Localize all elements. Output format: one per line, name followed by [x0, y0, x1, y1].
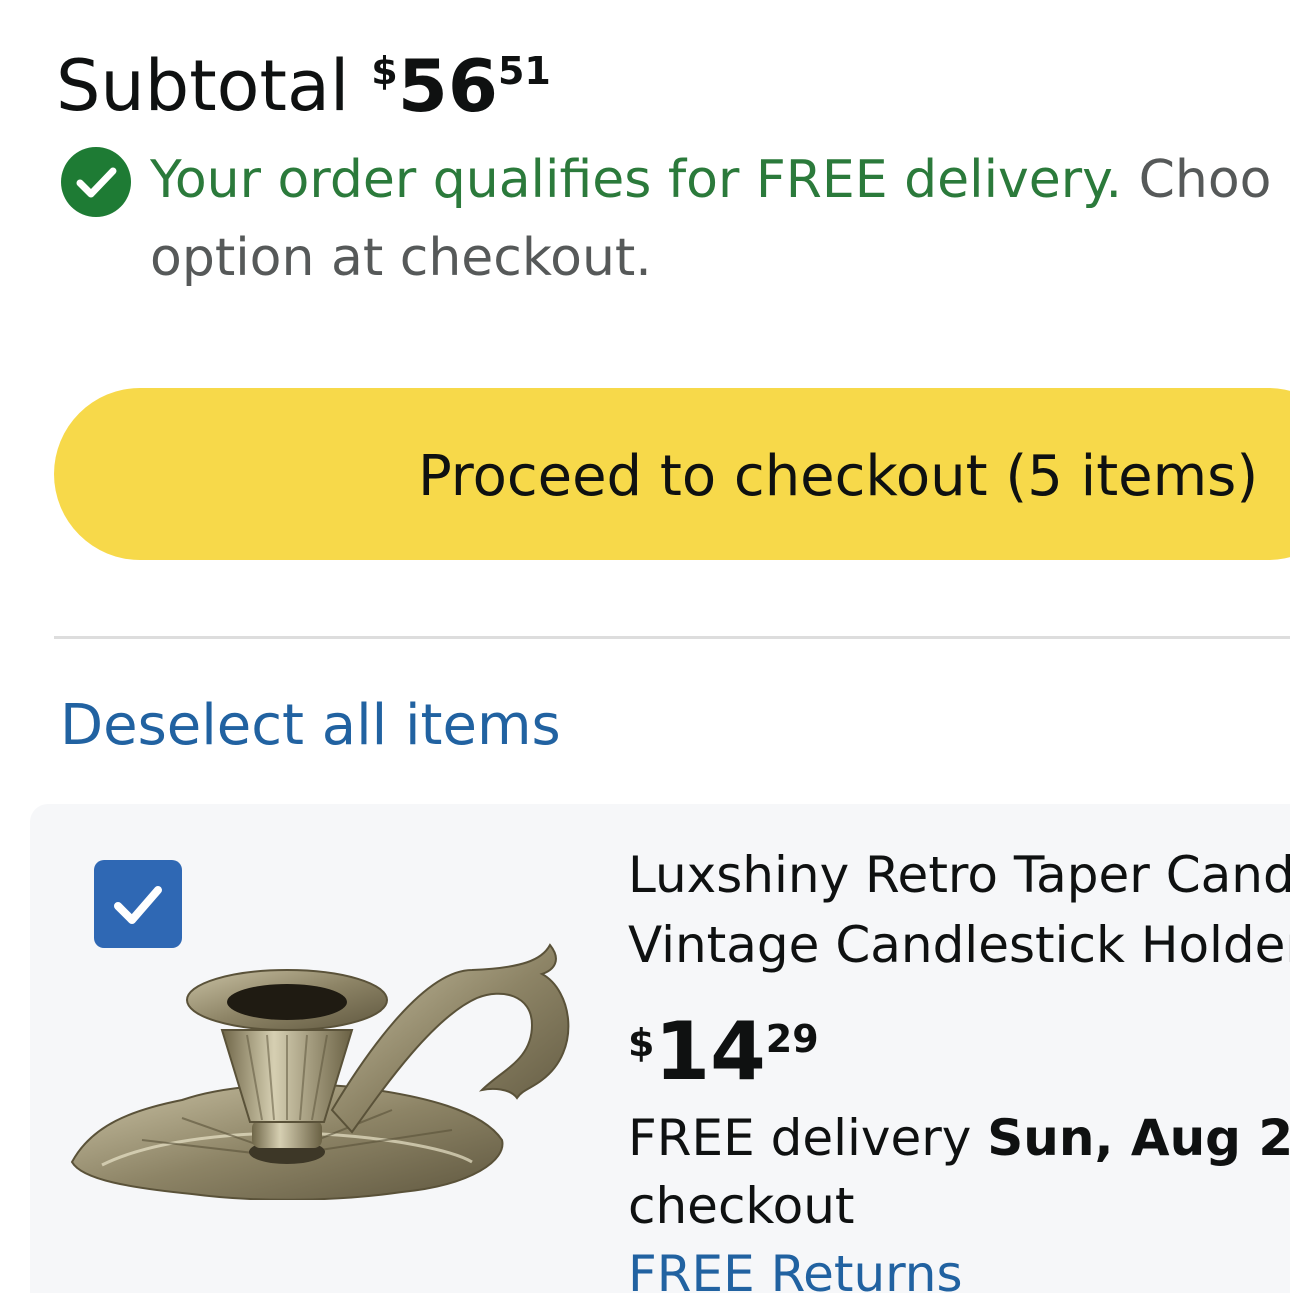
candle-holder-image[interactable]	[62, 940, 592, 1200]
item-price-whole: 14	[654, 1005, 766, 1098]
item-title-line1: Luxshiny Retro Taper Candl	[628, 846, 1290, 904]
subtotal-label: Subtotal	[56, 45, 350, 127]
free-delivery-choose: Choo	[1138, 150, 1272, 210]
subtotal-currency: $	[371, 49, 398, 93]
item-delivery-prefix: FREE delivery	[628, 1109, 972, 1167]
item-title-line2: Vintage Candlestick Holder	[628, 916, 1290, 974]
cart-page: Subtotal $ 56 51 Your order qualifies fo…	[0, 0, 1290, 1293]
deselect-all-link[interactable]: Deselect all items	[60, 690, 561, 762]
divider	[54, 636, 1290, 639]
item-delivery: FREE delivery Sun, Aug 24	[628, 1104, 1290, 1172]
item-checkbox[interactable]	[94, 860, 182, 948]
item-delivery-date: Sun, Aug 24	[987, 1109, 1290, 1167]
free-delivery-qualifies: Your order qualifies for FREE delivery.	[150, 150, 1123, 210]
free-delivery-line1: Your order qualifies for FREE delivery. …	[150, 142, 1272, 218]
subtotal-whole: 56	[397, 44, 498, 128]
item-delivery-line2: checkout	[628, 1177, 855, 1235]
free-returns-link[interactable]: FREE Returns	[628, 1240, 963, 1293]
proceed-to-checkout-label: Proceed to checkout (5 items)	[418, 444, 1259, 509]
checkbox-check-icon	[114, 886, 162, 924]
item-title[interactable]: Luxshiny Retro Taper Candl Vintage Candl…	[628, 840, 1290, 980]
subtotal-fraction: 51	[497, 49, 551, 93]
check-circle-icon	[61, 147, 131, 217]
item-price-currency: $	[628, 1021, 655, 1065]
item-price: $ 14 29	[628, 1010, 819, 1094]
subtotal: Subtotal $ 56 51	[56, 42, 551, 130]
free-delivery-line2: option at checkout.	[150, 228, 652, 288]
item-price-fraction: 29	[765, 1017, 819, 1061]
